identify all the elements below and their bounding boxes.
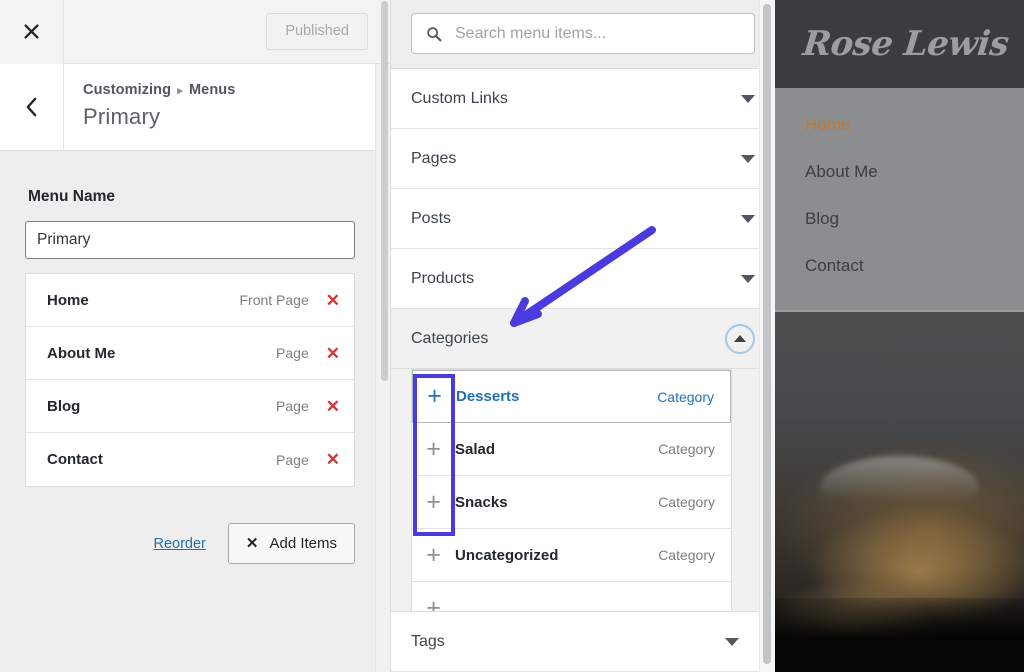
preview-site-header: Rose Lewis (775, 0, 1024, 88)
accordion-label: Custom Links (411, 90, 741, 108)
accordion-label: Pages (411, 150, 741, 168)
nav-item-home[interactable]: Home (805, 106, 1024, 153)
menu-settings-body: Menu Name Home Front Page ✕ About Me Pag… (0, 151, 390, 672)
menu-item-title: Contact (47, 451, 276, 468)
remove-x-icon[interactable]: ✕ (326, 398, 340, 415)
categories-list-container: + Desserts Category + Salad Category + S… (391, 369, 775, 620)
add-items-label: Add Items (269, 535, 337, 552)
reorder-link[interactable]: Reorder (154, 536, 206, 552)
remove-x-icon[interactable]: ✕ (326, 451, 340, 468)
menu-name-input[interactable] (25, 221, 355, 259)
chevron-down-icon (741, 155, 755, 163)
search-section (391, 0, 775, 69)
back-button[interactable] (0, 64, 64, 150)
panel-scrollbar-thumb[interactable] (763, 4, 771, 664)
plus-icon[interactable]: + (412, 543, 455, 568)
sidebar-scrollbar-thumb[interactable] (381, 1, 388, 381)
accordion-label: Categories (411, 330, 725, 348)
category-item-row[interactable]: + Uncategorized Category (412, 529, 731, 582)
chevron-down-icon (741, 215, 755, 223)
tags-section: Tags (391, 611, 759, 672)
menu-actions: Reorder ✕ Add Items (25, 523, 355, 564)
remove-x-icon[interactable]: ✕ (326, 345, 340, 362)
menu-name-label: Menu Name (25, 151, 365, 221)
close-customizer-button[interactable] (0, 0, 64, 64)
menu-item-title: Home (47, 292, 239, 309)
section-header-text: Customizing ▸ Menus Primary (64, 64, 235, 150)
customizer-screen: Published Customizing ▸ Menus Primary Me… (0, 0, 1024, 672)
accordion-label: Tags (411, 633, 725, 651)
x-icon: ✕ (246, 534, 259, 552)
breadcrumb: Customizing ▸ Menus (83, 82, 235, 98)
accordion-products[interactable]: Products (391, 249, 775, 309)
breadcrumb-root: Customizing (83, 82, 171, 98)
remove-x-icon[interactable]: ✕ (326, 292, 340, 309)
menu-item-title: Blog (47, 398, 276, 415)
nav-item-blog[interactable]: Blog (805, 200, 1024, 247)
nav-item-about-me[interactable]: About Me (805, 153, 1024, 200)
publish-button[interactable]: Published (266, 13, 368, 50)
accordion-tags[interactable]: Tags (391, 612, 759, 672)
category-type: Category (658, 547, 715, 563)
site-logo[interactable]: Rose Lewis (801, 24, 1011, 64)
menu-item-row[interactable]: Contact Page ✕ (26, 433, 354, 486)
chevron-down-icon (741, 275, 755, 283)
accordion-custom-links[interactable]: Custom Links (391, 69, 775, 129)
menu-item-row[interactable]: Blog Page ✕ (26, 380, 354, 433)
category-name: Salad (455, 441, 658, 458)
customizer-section-header: Customizing ▸ Menus Primary (0, 64, 390, 151)
accordion-label: Products (411, 270, 741, 288)
close-icon (23, 23, 40, 40)
category-name: Desserts (456, 388, 657, 405)
category-item-row[interactable]: + Salad Category (412, 423, 731, 476)
search-icon (426, 26, 442, 42)
chevron-left-icon (25, 97, 38, 117)
hero-image (775, 310, 1024, 672)
accordion-pages[interactable]: Pages (391, 129, 775, 189)
page-title: Primary (83, 104, 235, 130)
chevron-down-icon (725, 638, 739, 646)
nav-item-contact[interactable]: Contact (805, 247, 1024, 294)
accordion-categories[interactable]: Categories (391, 309, 775, 369)
add-items-button[interactable]: ✕ Add Items (228, 523, 355, 564)
menu-item-row[interactable]: Home Front Page ✕ (26, 274, 354, 327)
chevron-down-icon (741, 95, 755, 103)
chevron-up-icon (734, 335, 746, 342)
search-box[interactable] (411, 13, 755, 54)
category-name: Uncategorized (455, 547, 658, 564)
category-item-row[interactable]: + Desserts Category (412, 370, 731, 423)
accordion-label: Posts (411, 210, 741, 228)
menu-item-type: Page (276, 452, 309, 468)
site-preview[interactable]: Rose Lewis Home About Me Blog Contact (775, 0, 1024, 672)
available-menu-items-panel: Custom Links Pages Posts Products Catego… (390, 0, 775, 672)
hero-highlight (820, 456, 979, 521)
customizer-topbar: Published (0, 0, 390, 64)
accordion-posts[interactable]: Posts (391, 189, 775, 249)
breadcrumb-section: Menus (189, 82, 235, 98)
categories-list: + Desserts Category + Salad Category + S… (411, 369, 732, 620)
search-input[interactable] (442, 25, 754, 43)
category-name: Snacks (455, 494, 658, 511)
category-type: Category (658, 494, 715, 510)
breadcrumb-separator: ▸ (175, 85, 185, 97)
plus-icon[interactable]: + (412, 437, 455, 462)
category-type: Category (657, 389, 714, 405)
menu-item-type: Page (276, 345, 309, 361)
plus-icon[interactable]: + (412, 490, 455, 515)
plus-icon[interactable]: + (413, 384, 456, 409)
menu-item-type: Page (276, 398, 309, 414)
categories-toggle-button[interactable] (725, 324, 755, 354)
menu-item-title: About Me (47, 345, 276, 362)
menu-item-type: Front Page (239, 292, 308, 308)
menu-items-list: Home Front Page ✕ About Me Page ✕ Blog P… (25, 273, 355, 487)
preview-nav: Home About Me Blog Contact (775, 88, 1024, 310)
customizer-sidebar: Published Customizing ▸ Menus Primary Me… (0, 0, 390, 672)
category-type: Category (658, 441, 715, 457)
category-item-row[interactable]: + Snacks Category (412, 476, 731, 529)
menu-item-row[interactable]: About Me Page ✕ (26, 327, 354, 380)
